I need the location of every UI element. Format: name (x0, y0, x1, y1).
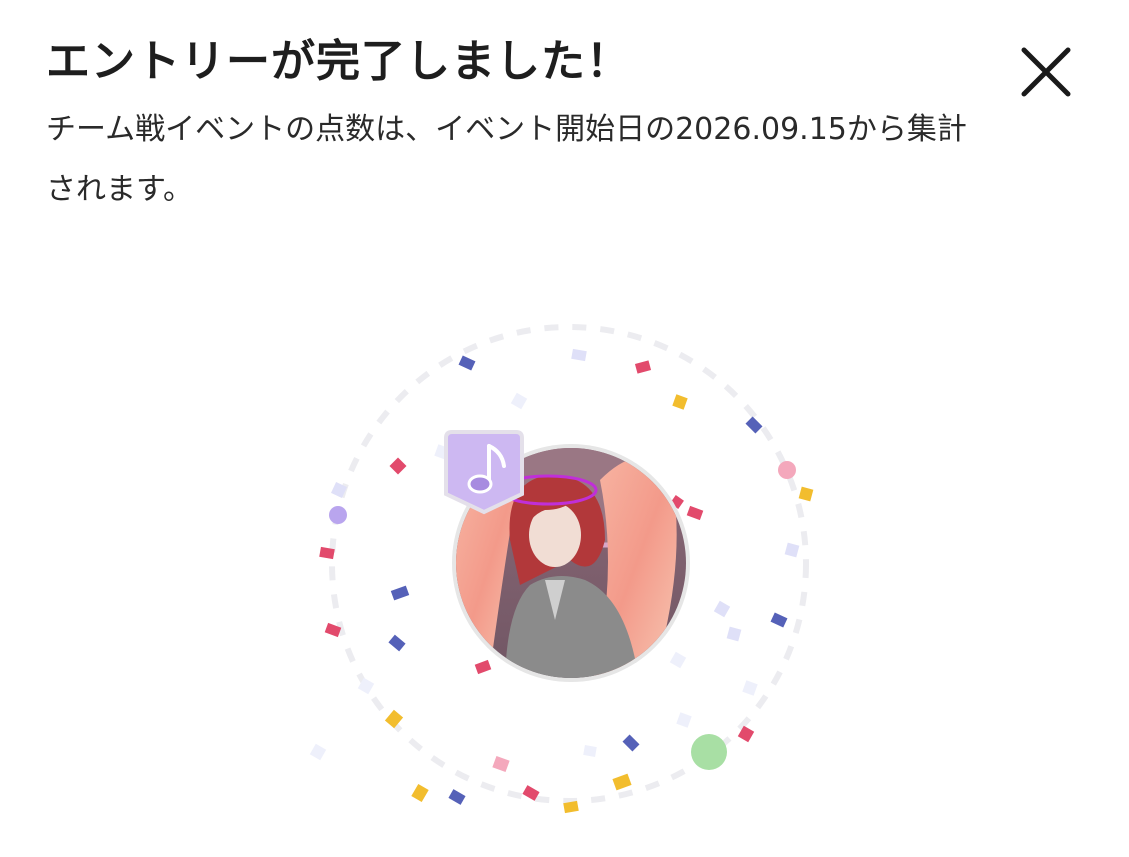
music-note-badge (444, 430, 524, 515)
entry-complete-dialog: エントリーが完了しました！ チーム戦イベントの点数は、イベント開始日の2026.… (0, 0, 1129, 857)
celebration-graphic (309, 324, 814, 814)
